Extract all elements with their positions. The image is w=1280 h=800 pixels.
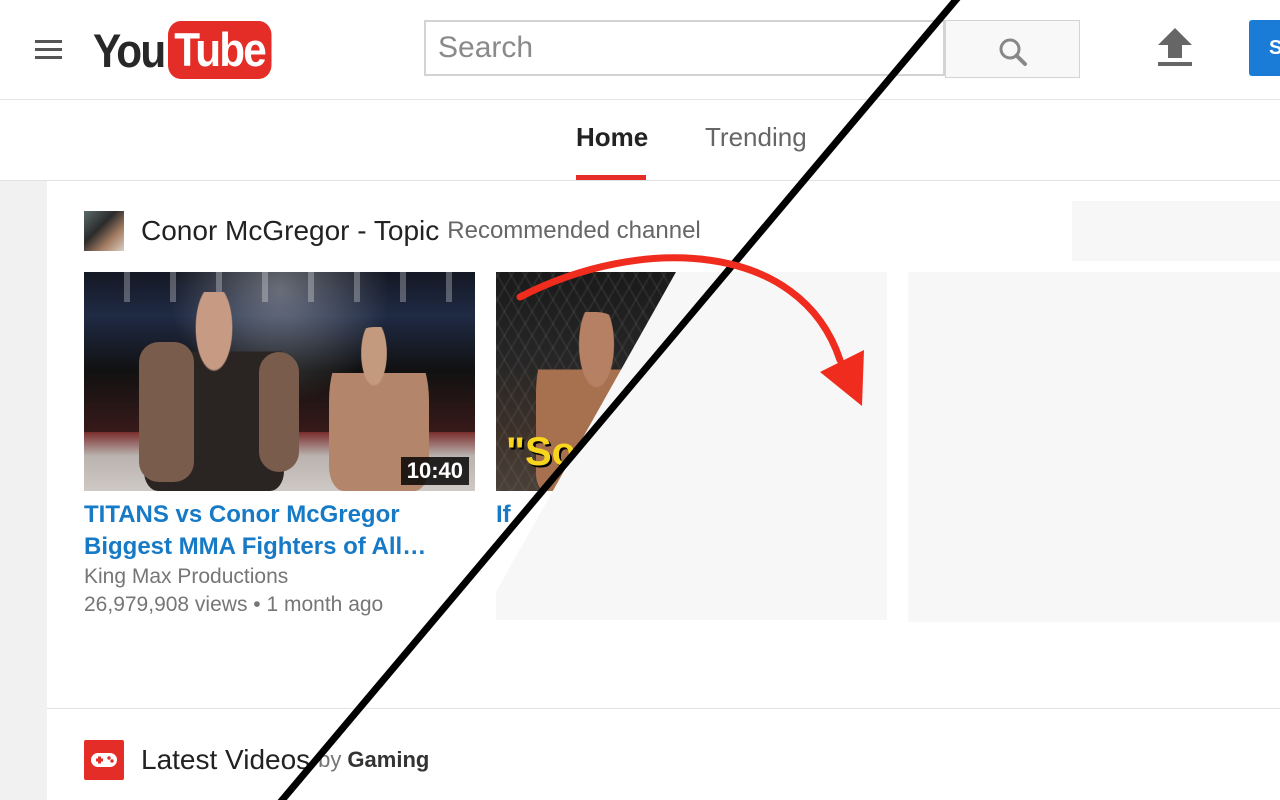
video-title-line-1: TITANS vs Conor McGregor [84,501,400,528]
latest-channel-name[interactable]: Gaming [347,747,429,773]
masthead: You Tube S [0,0,1280,100]
tab-trending[interactable]: Trending [705,122,807,153]
gaming-controller-icon[interactable] [84,740,124,780]
header-placeholder [1072,201,1280,261]
latest-videos-title[interactable]: Latest Videos [141,744,310,776]
latest-by-text: by [318,747,342,772]
video-title[interactable]: TITANS vs Conor McGregor Biggest MMA Fig… [84,499,475,563]
search-icon [999,38,1027,66]
tab-home[interactable]: Home [576,122,648,153]
channel-avatar[interactable] [84,211,124,251]
search-input[interactable] [426,22,943,74]
video-duration: 10:40 [400,457,469,485]
latest-videos-header: Latest Videos by Gaming [84,740,429,780]
shelf-header: Conor McGregor - Topic Recommended chann… [84,211,701,251]
thumbnail-caption: "So [506,430,577,474]
active-tab-indicator [576,175,646,180]
sign-in-button[interactable]: S [1249,20,1280,76]
left-gutter [0,181,47,800]
meta-separator: • [253,593,267,616]
video-stats: 26,979,908 views • 1 month ago [84,591,475,619]
logo-tube-text: Tube [168,21,272,79]
video-channel[interactable]: King Max Productions [84,563,475,591]
video-placeholder [908,272,1280,622]
upload-icon[interactable] [1158,28,1192,66]
tab-bar: Home Trending [0,100,1280,181]
video-age: 1 month ago [266,593,384,616]
menu-icon[interactable] [35,40,62,60]
video-views: 26,979,908 views [84,593,248,616]
video-title-line-2: Biggest MMA Fighters of All… [84,533,427,560]
video-thumbnail[interactable]: 10:40 [84,272,475,491]
shelf-title[interactable]: Conor McGregor - Topic [141,215,439,247]
youtube-logo[interactable]: You Tube [93,20,283,80]
video-card[interactable]: 10:40 TITANS vs Conor McGregor Biggest M… [84,272,475,619]
search-button[interactable] [945,20,1080,78]
shelf-divider [47,708,1280,709]
logo-you-text: You [93,23,166,77]
shelf-subtitle: Recommended channel [447,217,701,244]
search-box [424,20,945,76]
